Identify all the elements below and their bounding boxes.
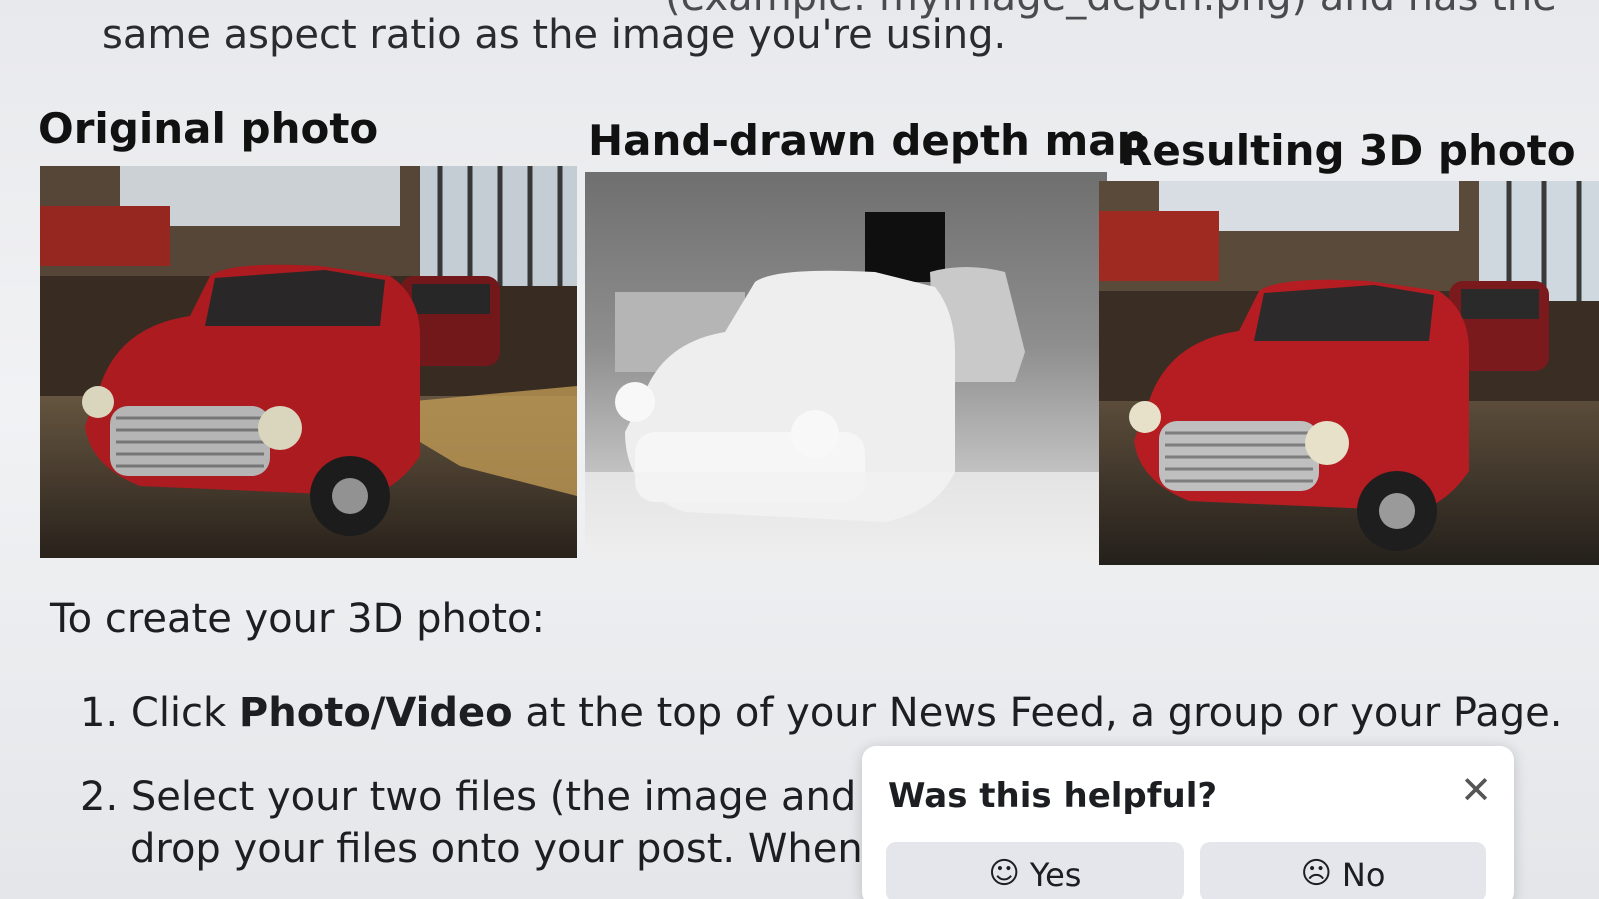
- original-photo: [40, 166, 577, 558]
- feedback-popup: Was this helpful? ✕ ☺ Yes ☹ No: [862, 746, 1514, 899]
- feedback-title: Was this helpful?: [888, 776, 1218, 816]
- close-icon[interactable]: ✕: [1458, 771, 1494, 809]
- step-2-number: 2.: [80, 774, 119, 820]
- step-1-number: 1.: [80, 690, 119, 736]
- no-label: No: [1341, 856, 1386, 894]
- yes-button[interactable]: ☺ Yes: [886, 842, 1184, 899]
- result-photo-heading: Resulting 3D photo: [1120, 126, 1576, 175]
- no-button[interactable]: ☹ No: [1200, 842, 1486, 899]
- depth-map-photo: [585, 172, 1107, 562]
- frown-icon: ☹: [1300, 856, 1332, 891]
- step-2: 2. Select your two files (the image and …: [80, 774, 885, 820]
- smile-icon: ☺: [988, 856, 1020, 891]
- intro-text: same aspect ratio as the image you're us…: [102, 12, 1007, 58]
- original-photo-heading: Original photo: [38, 104, 379, 153]
- instructions-title: To create your 3D photo:: [50, 596, 545, 642]
- yes-label: Yes: [1029, 856, 1082, 894]
- result-3d-photo: [1099, 181, 1599, 565]
- depth-map-heading: Hand-drawn depth map: [588, 116, 1147, 165]
- step-1-photo-video-label: Photo/Video: [238, 690, 513, 736]
- step-1-text-before: Click: [130, 690, 227, 736]
- step-1: 1. Click Photo/Video at the top of your …: [80, 690, 1562, 736]
- step-2-line-1: Select your two files (the image and t: [130, 774, 885, 820]
- step-2-continued: drop your files onto your post. When: [130, 826, 863, 872]
- step-1-text-after: at the top of your News Feed, a group or…: [525, 690, 1563, 736]
